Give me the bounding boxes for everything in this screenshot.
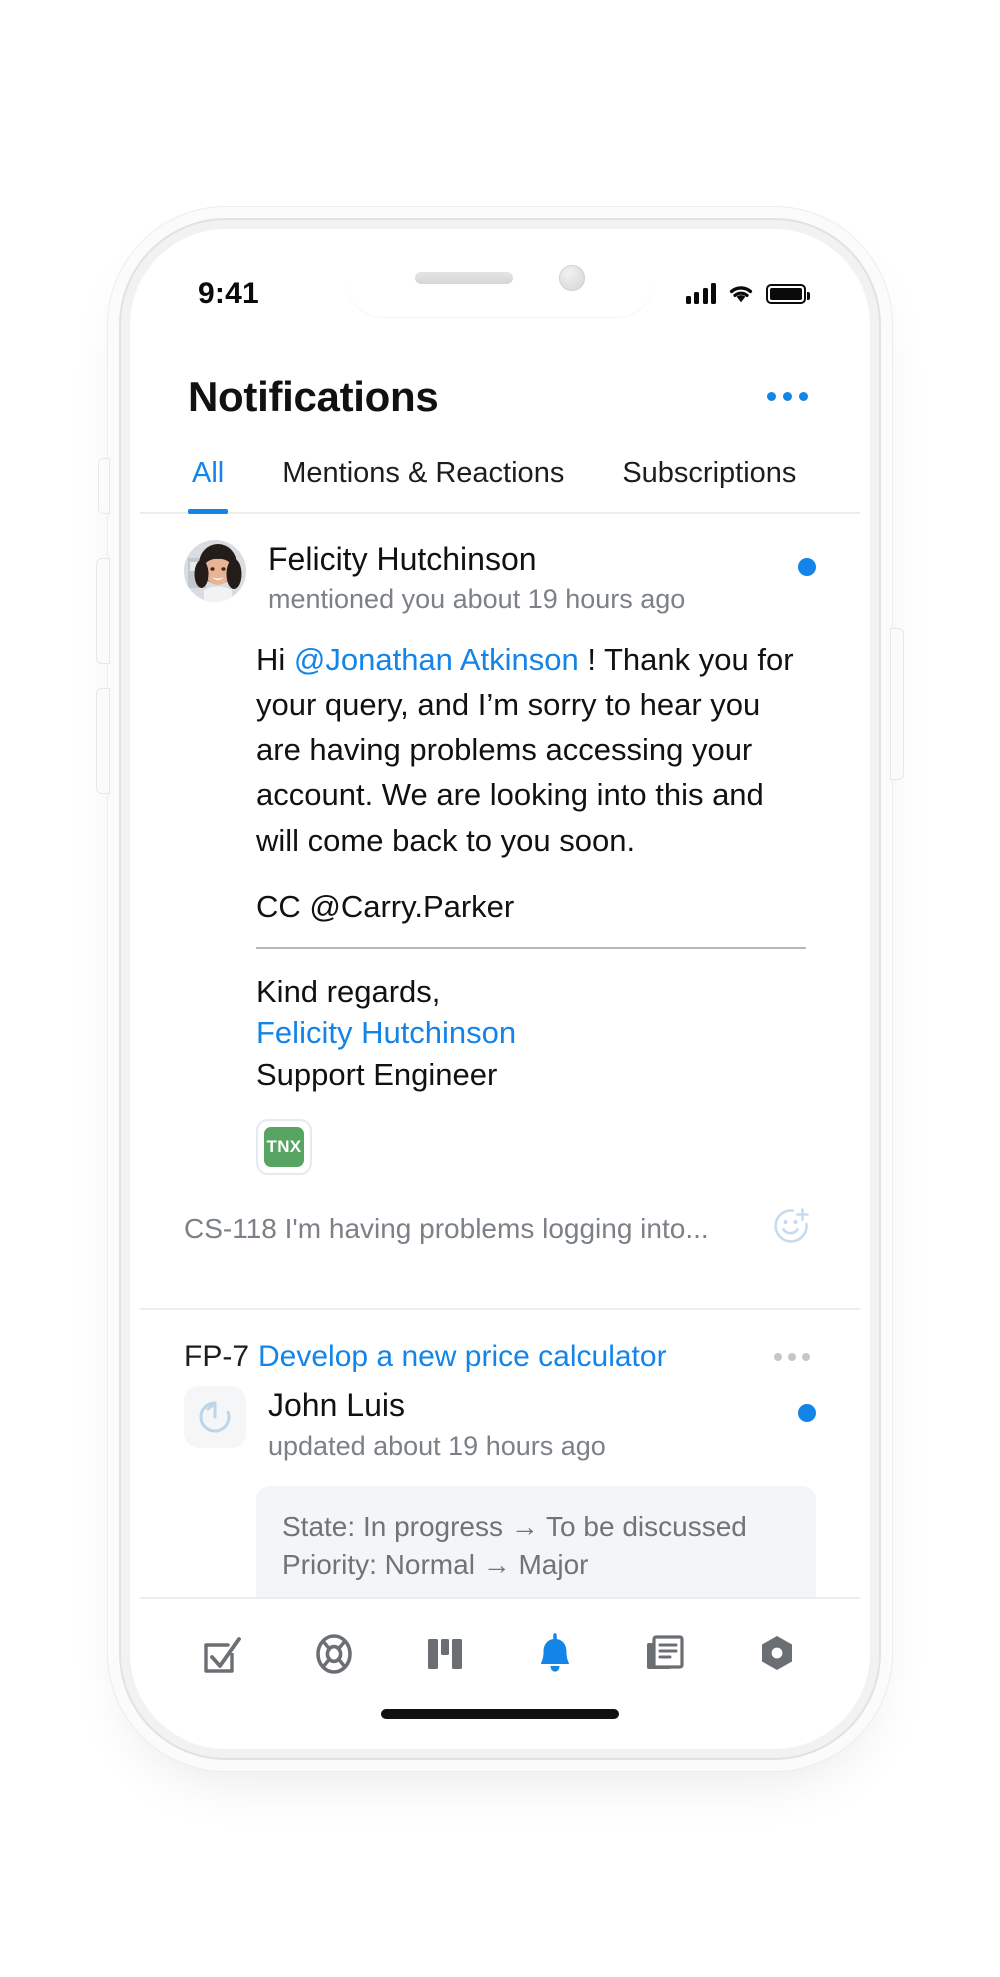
change-summary-box: State: In progress → To be discussed Pri… bbox=[256, 1485, 816, 1597]
front-camera bbox=[559, 264, 585, 291]
notifications-feed[interactable]: Felicity Hutchinson mentioned you about … bbox=[140, 514, 860, 1597]
signer-role: Support Engineer bbox=[256, 1056, 498, 1092]
board-columns-icon[interactable] bbox=[412, 1625, 478, 1683]
issue-title[interactable]: Develop a new price calculator bbox=[258, 1340, 667, 1373]
agile-lifebuoy-icon[interactable] bbox=[301, 1625, 367, 1683]
notification-author: Felicity Hutchinson bbox=[268, 540, 537, 577]
wifi-icon bbox=[727, 283, 755, 304]
more-horizontal-icon[interactable] bbox=[761, 382, 814, 411]
phone-notch bbox=[318, 238, 682, 317]
app-header: Notifications bbox=[140, 331, 860, 431]
unread-indicator-dot bbox=[798, 557, 816, 576]
notification-action: updated about 19 hours ago bbox=[268, 1430, 606, 1461]
message-greeting: Hi bbox=[256, 641, 294, 677]
tab-mentions-reactions[interactable]: Mentions & Reactions bbox=[278, 457, 568, 512]
notification-item-update[interactable]: FP-7 Develop a new price calculator John… bbox=[140, 1308, 860, 1597]
tab-bar: All Mentions & Reactions Subscriptions bbox=[140, 431, 860, 514]
phone-screen: 9:41 Notifications All Mentions & Reacti… bbox=[140, 238, 860, 1739]
notification-header: John Luis updated about 19 hours ago bbox=[184, 1386, 816, 1463]
tasks-checkbox-icon[interactable] bbox=[190, 1625, 256, 1683]
volume-down-button[interactable] bbox=[97, 688, 109, 793]
earpiece-speaker bbox=[415, 271, 513, 284]
signature-divider bbox=[256, 946, 806, 949]
add-reaction-icon[interactable] bbox=[766, 1201, 816, 1256]
notification-body: Hi @Jonathan Atkinson ! Thank you for yo… bbox=[184, 617, 816, 1176]
silent-switch[interactable] bbox=[99, 458, 109, 513]
more-horizontal-icon[interactable] bbox=[772, 1345, 812, 1369]
page-title: Notifications bbox=[188, 372, 439, 420]
signer-link[interactable]: Felicity Hutchinson bbox=[256, 1012, 806, 1054]
bottom-tab-bar bbox=[140, 1596, 860, 1693]
issue-link[interactable]: FP-7 Develop a new price calculator bbox=[184, 1340, 667, 1374]
message-text: Hi @Jonathan Atkinson ! Thank you for yo… bbox=[256, 637, 806, 863]
notification-meta: Felicity Hutchinson mentioned you about … bbox=[268, 540, 776, 617]
status-time: 9:41 bbox=[198, 276, 259, 310]
change-state-row: State: In progress → To be discussed bbox=[282, 1510, 747, 1542]
tab-all[interactable]: All bbox=[188, 457, 229, 514]
phone-frame: 9:41 Notifications All Mentions & Reacti… bbox=[97, 228, 903, 1749]
signoff-line: Kind regards, bbox=[256, 973, 441, 1009]
screenshot-stage: 9:41 Notifications All Mentions & Reacti… bbox=[0, 0, 1000, 1977]
related-issue-text[interactable]: CS-118 I'm having problems logging into.… bbox=[184, 1213, 709, 1245]
change-priority-row: Priority: Normal → Major bbox=[282, 1549, 589, 1581]
notification-footer: CS-118 I'm having problems logging into.… bbox=[184, 1201, 816, 1284]
avatar bbox=[184, 539, 246, 602]
power-button[interactable] bbox=[891, 628, 903, 779]
volume-up-button[interactable] bbox=[97, 558, 109, 663]
tab-subscriptions[interactable]: Subscriptions bbox=[618, 457, 800, 512]
notification-header: Felicity Hutchinson mentioned you about … bbox=[184, 539, 816, 617]
home-indicator[interactable] bbox=[140, 1693, 860, 1739]
battery-full-icon bbox=[766, 283, 810, 304]
articles-document-icon[interactable] bbox=[633, 1625, 699, 1683]
issue-id: FP-7 bbox=[184, 1340, 250, 1374]
notification-meta: John Luis updated about 19 hours ago bbox=[268, 1386, 776, 1463]
cc-line: CC @Carry.Parker bbox=[256, 888, 515, 924]
status-icons bbox=[685, 283, 810, 304]
attachment-badge[interactable]: TNX bbox=[256, 1119, 312, 1176]
tnx-badge-icon: TNX bbox=[264, 1127, 304, 1168]
notification-author: John Luis bbox=[268, 1387, 405, 1424]
unread-indicator-dot bbox=[798, 1404, 816, 1423]
update-refresh-icon bbox=[184, 1386, 246, 1449]
issue-line: FP-7 Develop a new price calculator bbox=[184, 1340, 816, 1374]
bell-notifications-icon[interactable] bbox=[522, 1625, 588, 1683]
notification-item-mention[interactable]: Felicity Hutchinson mentioned you about … bbox=[140, 514, 860, 1285]
mention-link[interactable]: @Jonathan Atkinson bbox=[294, 642, 579, 677]
notification-action: mentioned you about 19 hours ago bbox=[268, 583, 686, 614]
cellular-bars-icon bbox=[685, 283, 716, 304]
settings-hexagon-icon[interactable] bbox=[744, 1625, 810, 1683]
